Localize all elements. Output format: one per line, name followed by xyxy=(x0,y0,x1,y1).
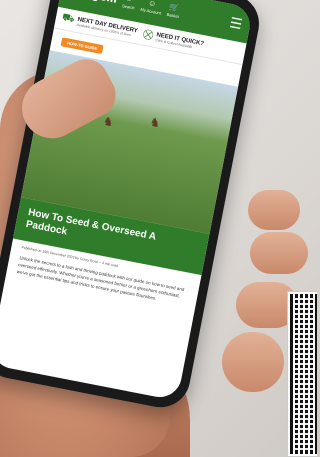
photo-scene: agrigem ⌕ Search ☺ My Account 🛒 Basket ☰… xyxy=(0,0,317,457)
article-tag[interactable]: HOW-TO GUIDE xyxy=(60,37,104,55)
truck-icon: ⛟ xyxy=(61,11,76,26)
nav-basket-label: Basket xyxy=(166,11,180,20)
nav-basket[interactable]: 🛒 Basket xyxy=(166,2,181,20)
cart-icon: ⛒ xyxy=(142,28,155,42)
finger xyxy=(222,332,284,392)
nav-account-label: My Account xyxy=(140,6,162,16)
finger xyxy=(248,190,300,230)
nav-account[interactable]: ☺ My Account xyxy=(140,0,163,16)
site-logo[interactable]: agrigem xyxy=(68,0,118,5)
phone-screen: agrigem ⌕ Search ☺ My Account 🛒 Basket ☰… xyxy=(0,0,254,401)
nav-search[interactable]: ⌕ Search xyxy=(122,0,137,10)
horse-icon: ♞ xyxy=(101,113,116,130)
horse-icon: ♞ xyxy=(148,114,162,131)
hamburger-icon[interactable]: ☰ xyxy=(228,14,243,32)
account-icon: ☺ xyxy=(147,0,158,9)
nav-search-label: Search xyxy=(121,3,136,11)
finger xyxy=(250,232,308,274)
qr-code xyxy=(287,291,317,457)
